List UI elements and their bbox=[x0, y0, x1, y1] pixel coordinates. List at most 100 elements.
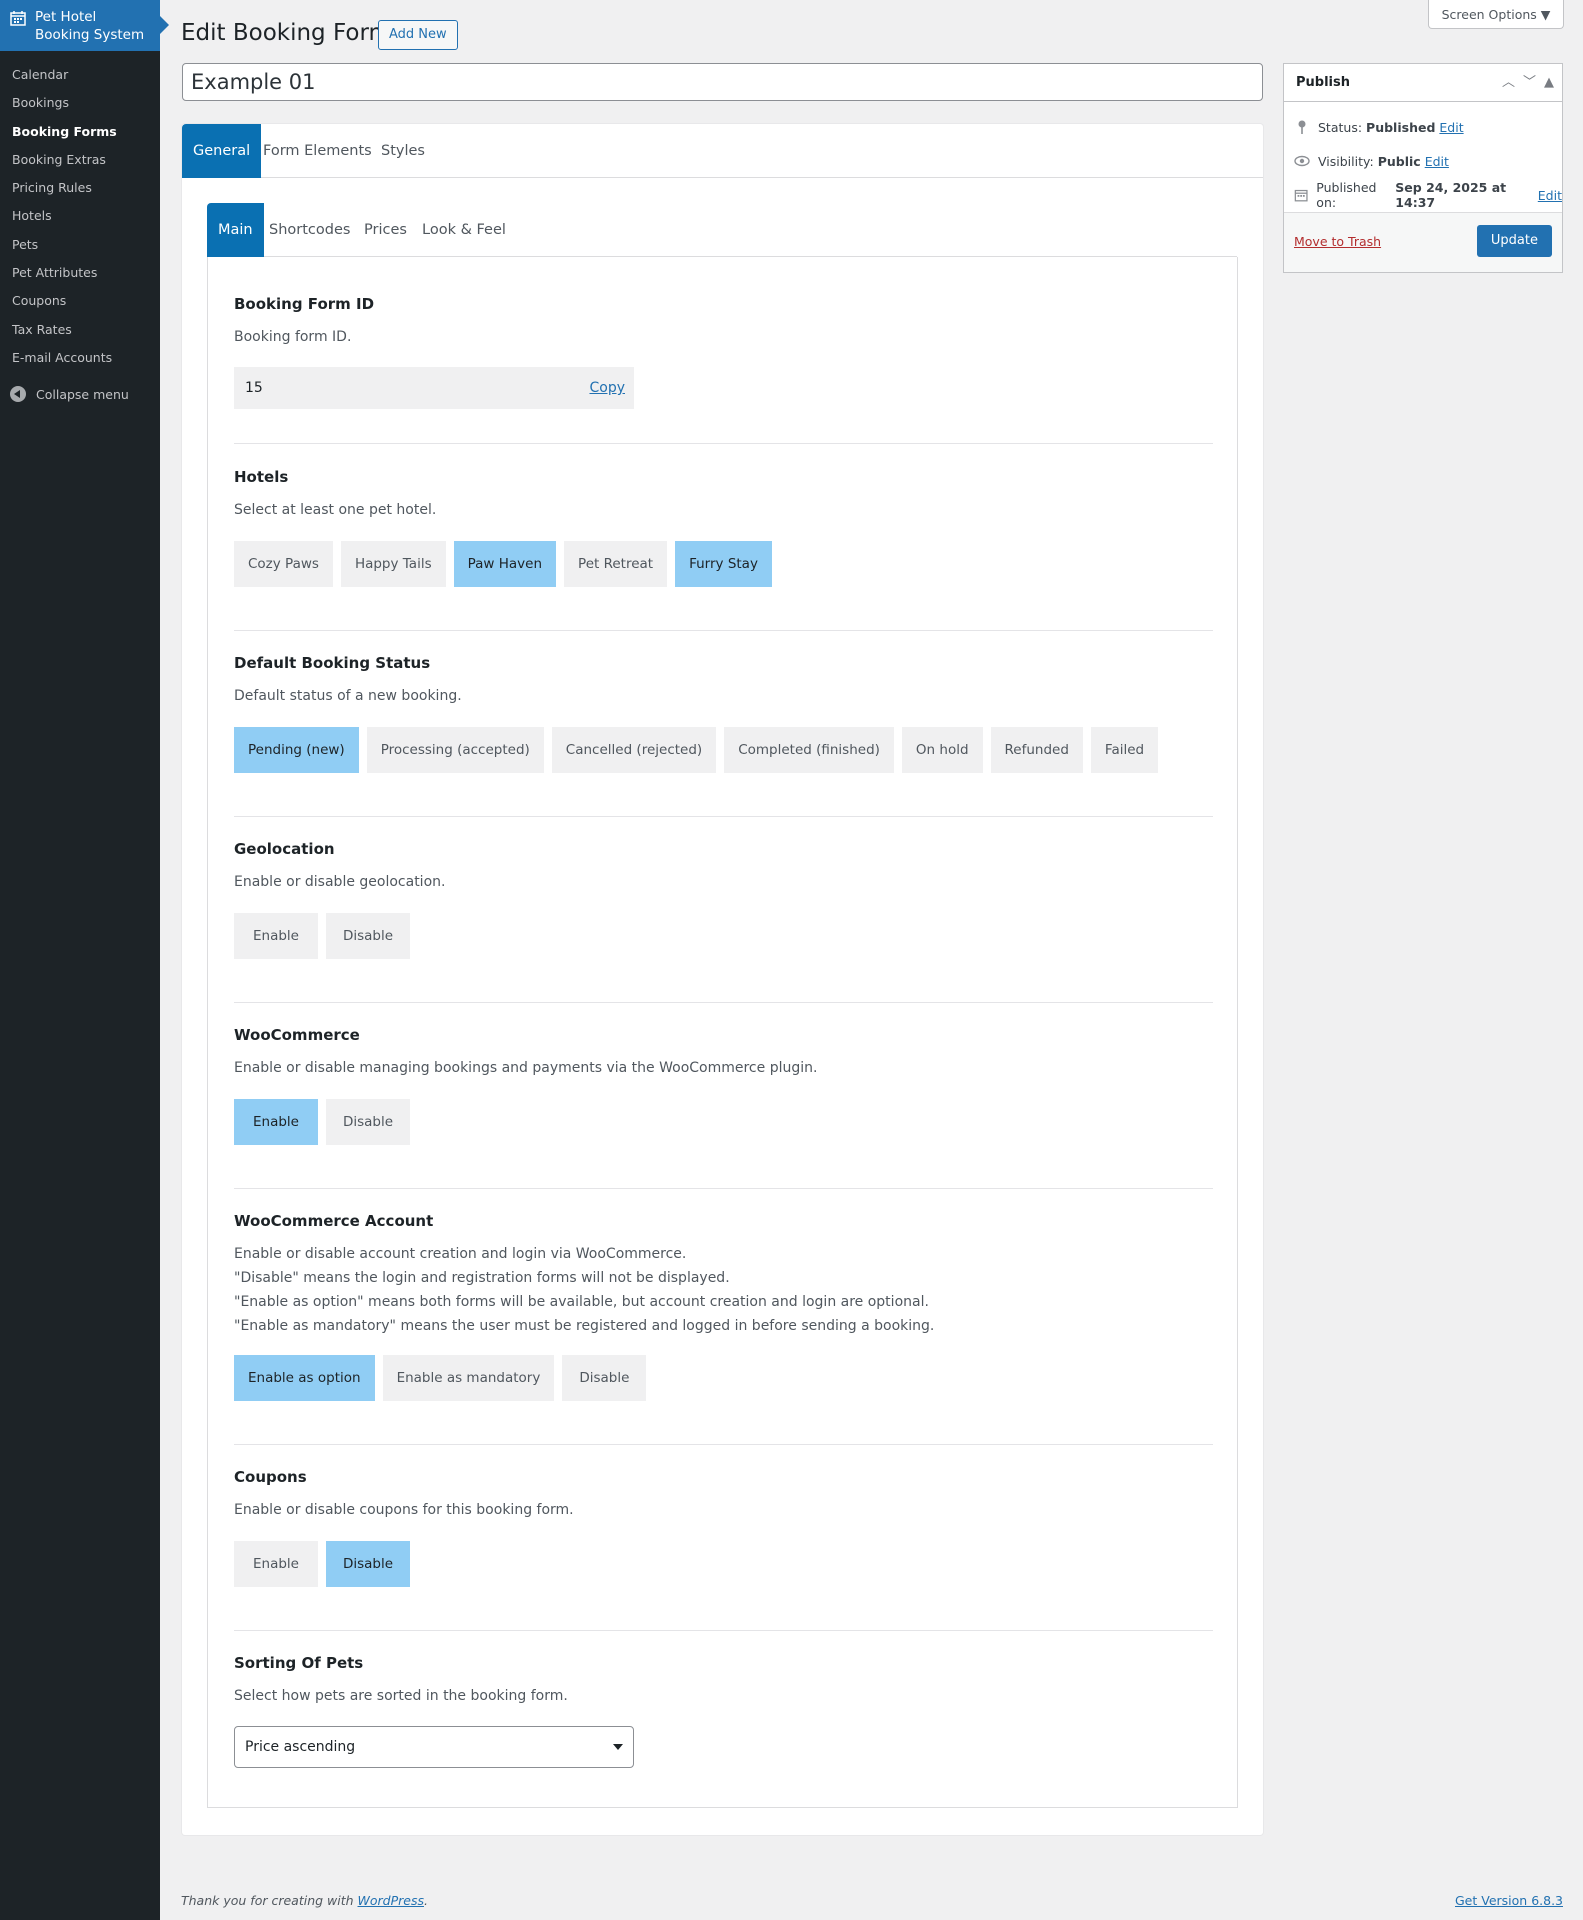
description-line: "Enable as option" means both forms will… bbox=[234, 1294, 929, 1310]
subtab-main[interactable]: Main bbox=[207, 203, 264, 257]
status-option-failed[interactable]: Failed bbox=[1090, 727, 1159, 773]
hotel-option-paw-haven[interactable]: Paw Haven bbox=[453, 541, 557, 587]
copy-id-link[interactable]: Copy bbox=[589, 367, 625, 409]
woocommerce-enable[interactable]: Enable bbox=[234, 1099, 318, 1145]
coupons-enable[interactable]: Enable bbox=[234, 1541, 318, 1587]
form-title-input[interactable] bbox=[182, 63, 1263, 101]
status-options: Pending (new) Processing (accepted) Canc… bbox=[234, 727, 1159, 773]
sidebar-item-tax-rates[interactable]: Tax Rates bbox=[0, 317, 160, 345]
footer-period: . bbox=[424, 1893, 428, 1908]
current-menu-caret bbox=[160, 16, 169, 34]
edit-date-link[interactable]: Edit bbox=[1538, 188, 1562, 203]
status-option-processing[interactable]: Processing (accepted) bbox=[366, 727, 544, 773]
subtab-shortcodes[interactable]: Shortcodes bbox=[269, 203, 350, 257]
sidebar-item-calendar[interactable]: Calendar bbox=[0, 62, 160, 90]
woo-account-disable[interactable]: Disable bbox=[562, 1355, 647, 1401]
screen-options-button[interactable]: Screen Options ▼ bbox=[1428, 0, 1564, 29]
publish-box-header: Publish ︿ ﹀ ▲ bbox=[1284, 64, 1562, 102]
page-title: Edit Booking Form bbox=[181, 20, 391, 46]
status-option-cancelled[interactable]: Cancelled (rejected) bbox=[551, 727, 717, 773]
calendar-icon bbox=[1294, 189, 1308, 202]
plugin-brand[interactable]: Pet Hotel Booking System bbox=[0, 0, 169, 51]
publish-box-title: Publish bbox=[1296, 75, 1350, 90]
sidebar-menu: Calendar Bookings Booking Forms Booking … bbox=[0, 51, 160, 409]
sidebar-item-booking-extras[interactable]: Booking Extras bbox=[0, 147, 160, 175]
tab-styles[interactable]: Styles bbox=[381, 124, 425, 178]
sidebar-item-hotels[interactable]: Hotels bbox=[0, 203, 160, 231]
booking-form-panel: General Form Elements Styles Main Shortc… bbox=[182, 124, 1263, 1835]
publish-visibility-row: Visibility: Public Edit bbox=[1284, 144, 1562, 178]
tab-form-elements[interactable]: Form Elements bbox=[263, 124, 372, 178]
sidebar-item-email-accounts[interactable]: E-mail Accounts bbox=[0, 345, 160, 373]
status-option-refunded[interactable]: Refunded bbox=[990, 727, 1083, 773]
move-to-trash-link[interactable]: Move to Trash bbox=[1294, 234, 1381, 249]
pets-sorting-select[interactable]: Price ascending bbox=[234, 1726, 634, 1768]
wordpress-link[interactable]: WordPress bbox=[358, 1893, 424, 1908]
woo-account-enable-as-mandatory[interactable]: Enable as mandatory bbox=[382, 1355, 555, 1401]
footer-thanks: Thank you for creating with WordPress. bbox=[181, 1893, 428, 1908]
section-title: Sorting Of Pets bbox=[234, 1654, 364, 1672]
publish-date-row: Published on: Sep 24, 2025 at 14:37 Edit bbox=[1284, 178, 1562, 212]
hotels-options: Cozy Paws Happy Tails Paw Haven Pet Retr… bbox=[234, 541, 772, 587]
sidebar-item-pricing-rules[interactable]: Pricing Rules bbox=[0, 175, 160, 203]
collapse-arrow-icon bbox=[10, 386, 26, 403]
section-sorting-of-pets: Sorting Of Pets Select how pets are sort… bbox=[234, 1654, 1213, 1784]
section-description: Enable or disable account creation and l… bbox=[234, 1242, 934, 1338]
status-option-pending[interactable]: Pending (new) bbox=[234, 727, 359, 773]
section-title: Coupons bbox=[234, 1468, 307, 1486]
coupons-options: Enable Disable bbox=[234, 1541, 411, 1587]
section-description: Select how pets are sorted in the bookin… bbox=[234, 1688, 568, 1704]
section-hotels: Hotels Select at least one pet hotel. Co… bbox=[234, 468, 1213, 631]
admin-sidebar: Pet Hotel Booking System Calendar Bookin… bbox=[0, 0, 169, 1920]
geolocation-enable[interactable]: Enable bbox=[234, 913, 318, 959]
move-down-icon[interactable]: ﹀ bbox=[1523, 64, 1536, 102]
description-line: "Disable" means the login and registrati… bbox=[234, 1270, 730, 1286]
coupons-disable[interactable]: Disable bbox=[325, 1541, 411, 1587]
woo-account-enable-as-option[interactable]: Enable as option bbox=[234, 1355, 375, 1401]
update-button[interactable]: Update bbox=[1476, 225, 1552, 257]
description-line: Enable or disable account creation and l… bbox=[234, 1246, 687, 1262]
main-tabs: General Form Elements Styles bbox=[182, 124, 1263, 178]
geolocation-disable[interactable]: Disable bbox=[325, 913, 411, 959]
sidebar-item-coupons[interactable]: Coupons bbox=[0, 288, 160, 316]
section-woocommerce-account: WooCommerce Account Enable or disable ac… bbox=[234, 1212, 1213, 1445]
status-value: Published bbox=[1366, 119, 1436, 135]
sub-tabs: Main Shortcodes Prices Look & Feel bbox=[207, 203, 1237, 257]
publish-box-body: Status: Published Edit Visibility: Publi… bbox=[1284, 102, 1562, 212]
hotel-option-happy-tails[interactable]: Happy Tails bbox=[340, 541, 446, 587]
hotel-option-cozy-paws[interactable]: Cozy Paws bbox=[234, 541, 333, 587]
hotel-option-pet-retreat[interactable]: Pet Retreat bbox=[564, 541, 668, 587]
status-option-on-hold[interactable]: On hold bbox=[901, 727, 983, 773]
move-up-icon[interactable]: ︿ bbox=[1502, 64, 1515, 102]
edit-status-link[interactable]: Edit bbox=[1439, 120, 1463, 135]
published-value: Sep 24, 2025 at 14:37 bbox=[1395, 180, 1507, 210]
publish-status-row: Status: Published Edit bbox=[1284, 110, 1562, 144]
get-version-link[interactable]: Get Version 6.8.3 bbox=[1455, 1893, 1563, 1908]
section-description: Enable or disable managing bookings and … bbox=[234, 1060, 818, 1076]
section-description: Booking form ID. bbox=[234, 329, 352, 345]
woo-account-options: Enable as option Enable as mandatory Dis… bbox=[234, 1355, 647, 1401]
sidebar-item-bookings[interactable]: Bookings bbox=[0, 90, 160, 118]
published-label: Published on: bbox=[1316, 180, 1377, 210]
tab-general[interactable]: General bbox=[182, 124, 262, 178]
visibility-value: Public bbox=[1377, 153, 1421, 169]
publish-box: Publish ︿ ﹀ ▲ Status: Published Edit Vis… bbox=[1283, 63, 1563, 273]
woocommerce-disable[interactable]: Disable bbox=[325, 1099, 411, 1145]
toggle-panel-icon[interactable]: ▲ bbox=[1544, 64, 1554, 102]
subtab-prices[interactable]: Prices bbox=[364, 203, 407, 257]
sidebar-item-booking-forms[interactable]: Booking Forms bbox=[0, 119, 160, 147]
section-title: Default Booking Status bbox=[234, 654, 431, 672]
subtab-look-and-feel[interactable]: Look & Feel bbox=[422, 203, 506, 257]
sidebar-item-pet-attributes[interactable]: Pet Attributes bbox=[0, 260, 160, 288]
edit-visibility-link[interactable]: Edit bbox=[1425, 154, 1449, 169]
collapse-menu-button[interactable]: Collapse menu bbox=[0, 379, 160, 409]
status-option-completed[interactable]: Completed (finished) bbox=[724, 727, 894, 773]
visibility-label: Visibility: bbox=[1318, 153, 1374, 169]
add-new-button[interactable]: Add New bbox=[378, 20, 458, 50]
hotel-option-furry-stay[interactable]: Furry Stay bbox=[675, 541, 772, 587]
footer-thanks-text: Thank you for creating with bbox=[181, 1893, 358, 1908]
calendar-icon bbox=[10, 11, 26, 26]
eye-icon bbox=[1294, 155, 1310, 167]
description-line: "Enable as mandatory" means the user mus… bbox=[234, 1318, 935, 1334]
sidebar-item-pets[interactable]: Pets bbox=[0, 232, 160, 260]
